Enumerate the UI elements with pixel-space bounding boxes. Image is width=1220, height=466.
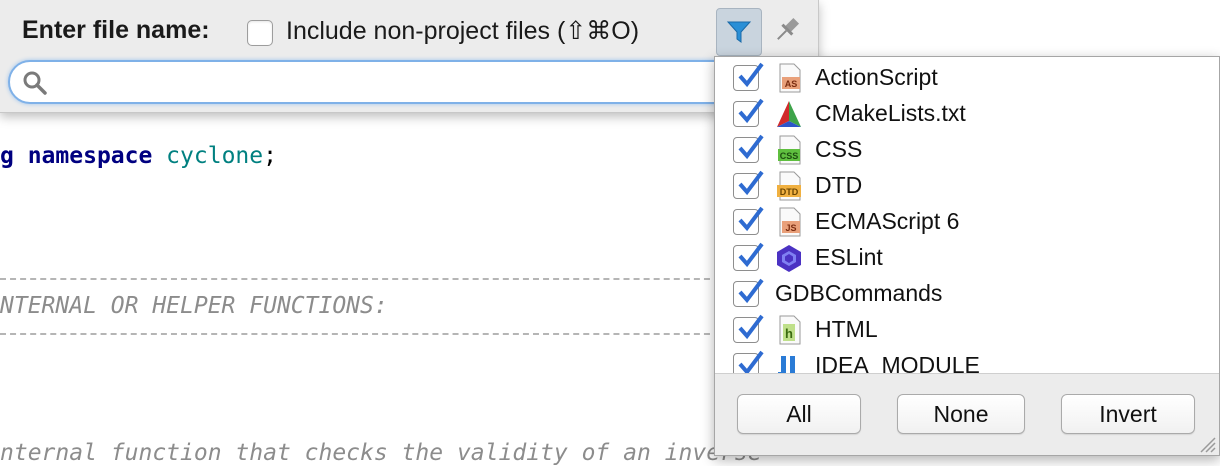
file-type-label: HTML — [815, 316, 878, 342]
comment-divider — [0, 333, 720, 335]
file-type-label: CMakeLists.txt — [815, 100, 966, 126]
file-badge: AS — [785, 79, 798, 89]
file-type-label: GDBCommands — [775, 280, 943, 306]
goto-file-popup: Enter file name: Include non-project fil… — [0, 0, 819, 113]
file-type-checkbox[interactable] — [733, 98, 764, 127]
file-type-label: ActionScript — [815, 64, 938, 90]
filter-icon — [726, 21, 752, 43]
dtd-file-icon: DTD — [777, 171, 801, 201]
file-badge: CSS — [780, 151, 799, 161]
cmake-icon — [777, 101, 801, 127]
idea-module-icon — [777, 353, 801, 373]
checkmark-icon — [738, 62, 764, 88]
file-type-checkbox[interactable] — [733, 206, 764, 235]
file-type-checkbox[interactable] — [733, 350, 764, 373]
file-type-label: DTD — [815, 172, 863, 198]
code-line-namespace: g namespace cyclone; — [0, 143, 277, 169]
file-type-label: ECMAScript 6 — [815, 208, 960, 234]
popup-title: Enter file name: — [22, 16, 210, 44]
file-type-row[interactable]: JS ECMAScript 6 — [715, 204, 1219, 240]
code-keyword-prefix: g — [0, 143, 28, 169]
code-semicolon: ; — [263, 143, 277, 169]
search-input[interactable] — [58, 66, 722, 98]
file-type-label: ESLint — [815, 244, 883, 270]
checkmark-icon — [738, 350, 764, 373]
pin-button[interactable] — [772, 14, 802, 46]
code-namespace: cyclone — [152, 143, 264, 169]
resize-grip-icon[interactable] — [1195, 432, 1217, 454]
file-type-list: AS ActionScript CMakeLists.txt CSS CSS D… — [715, 57, 1219, 373]
javascript-file-icon: JS — [779, 207, 801, 237]
invert-selection-button[interactable]: Invert — [1061, 394, 1195, 434]
file-type-row[interactable]: ESLint — [715, 240, 1219, 276]
select-none-button[interactable]: None — [897, 394, 1025, 434]
checkmark-icon — [738, 314, 764, 340]
include-non-project-label[interactable]: Include non-project files (⇧⌘O) — [286, 16, 639, 46]
file-type-filter-popup: AS ActionScript CMakeLists.txt CSS CSS D… — [714, 56, 1220, 456]
file-type-row[interactable]: DTD DTD — [715, 168, 1219, 204]
search-field[interactable] — [8, 60, 812, 104]
file-type-row[interactable]: AS ActionScript — [715, 60, 1219, 96]
eslint-icon — [777, 245, 801, 272]
checkmark-icon — [738, 206, 764, 232]
file-type-checkbox[interactable] — [733, 170, 764, 199]
code-keyword: namespace — [27, 143, 153, 169]
file-badge: JS — [785, 223, 796, 233]
checkmark-icon — [738, 134, 764, 160]
file-type-row[interactable]: IDEA_MODULE — [715, 348, 1219, 373]
css-file-icon: CSS — [778, 135, 801, 165]
html-file-icon: h — [779, 315, 801, 345]
file-type-checkbox[interactable] — [733, 278, 764, 307]
file-type-row[interactable]: CSS CSS — [715, 132, 1219, 168]
checkmark-icon — [738, 98, 764, 124]
code-comment-line: nternal function that checks the validit… — [0, 440, 762, 466]
actionscript-file-icon: AS — [779, 63, 801, 93]
file-type-row[interactable]: CMakeLists.txt — [715, 96, 1219, 132]
select-all-button[interactable]: All — [737, 394, 861, 434]
file-type-filter-button[interactable] — [716, 8, 762, 56]
checkmark-icon — [738, 242, 764, 268]
file-type-checkbox[interactable] — [733, 242, 764, 271]
file-type-row[interactable]: GDBCommands — [715, 276, 1219, 312]
filter-button-bar: All None Invert — [715, 373, 1219, 455]
file-type-checkbox[interactable] — [733, 314, 764, 343]
file-type-row[interactable]: h HTML — [715, 312, 1219, 348]
file-type-label: IDEA_MODULE — [815, 352, 980, 373]
code-comment-header: NTERNAL OR HELPER FUNCTIONS: — [0, 293, 388, 319]
checkmark-icon — [738, 170, 764, 196]
include-non-project-checkbox[interactable] — [247, 20, 273, 46]
file-badge: DTD — [780, 187, 799, 197]
file-type-checkbox[interactable] — [733, 62, 764, 91]
checkmark-icon — [738, 278, 764, 304]
search-icon — [23, 71, 47, 95]
pin-icon — [777, 17, 800, 40]
comment-divider — [0, 278, 720, 280]
file-type-checkbox[interactable] — [733, 134, 764, 163]
file-badge: h — [785, 326, 793, 341]
file-type-label: CSS — [815, 136, 863, 162]
